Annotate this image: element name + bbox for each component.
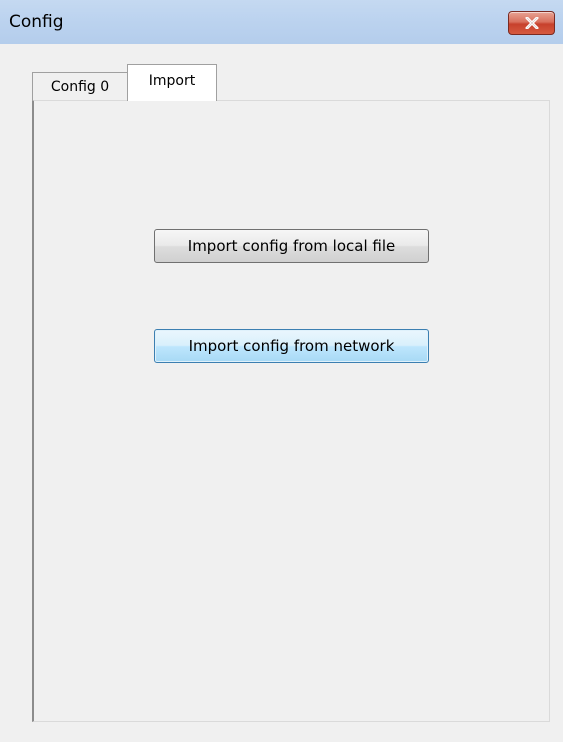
window-title: Config: [9, 12, 64, 32]
import-network-label: Import config from network: [188, 337, 395, 355]
close-button[interactable]: [508, 11, 555, 35]
tab-config-0-label: Config 0: [50, 78, 110, 95]
tab-import-label: Import: [148, 73, 196, 89]
tab-config-0[interactable]: Config 0: [32, 72, 128, 100]
close-icon: [525, 17, 538, 29]
import-network-button[interactable]: Import config from network: [154, 329, 429, 363]
import-local-file-button[interactable]: Import config from local file: [154, 229, 429, 263]
import-tab-panel: [32, 100, 550, 722]
title-bar[interactable]: Config: [0, 0, 563, 44]
tab-import[interactable]: Import: [127, 64, 217, 101]
config-window: Config Config 0 Import Import config fro…: [0, 0, 563, 742]
import-local-file-label: Import config from local file: [187, 237, 396, 255]
